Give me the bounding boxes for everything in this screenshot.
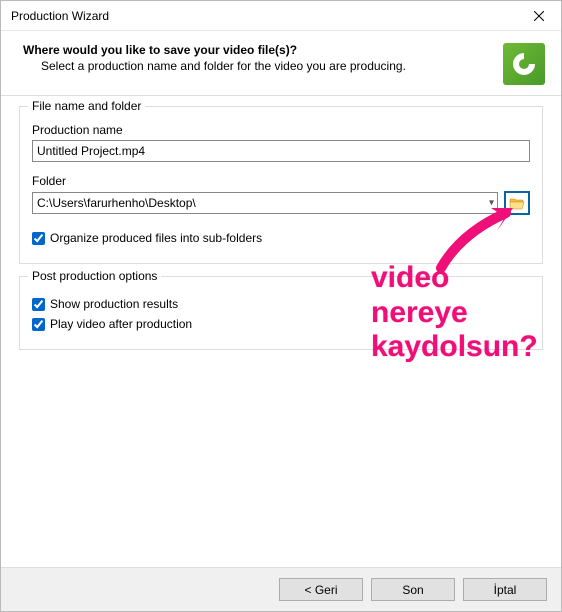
group-file-legend: File name and folder (28, 99, 145, 113)
organize-row: Organize produced files into sub-folders (32, 231, 530, 245)
cancel-button[interactable]: İptal (463, 578, 547, 601)
header-subtitle: Select a production name and folder for … (41, 59, 493, 73)
annotation-line3: kaydolsun? (371, 330, 538, 365)
play-after-label: Play video after production (50, 317, 192, 331)
camtasia-logo-icon (509, 49, 539, 79)
production-name-input[interactable] (32, 140, 530, 162)
production-name-label: Production name (32, 123, 530, 137)
organize-label: Organize produced files into sub-folders (50, 231, 262, 245)
browse-folder-button[interactable] (504, 191, 530, 215)
show-results-checkbox[interactable] (32, 298, 45, 311)
folder-combo[interactable] (32, 192, 498, 214)
back-button[interactable]: < Geri (279, 578, 363, 601)
folder-open-icon (509, 197, 525, 210)
group-post-legend: Post production options (28, 269, 161, 283)
close-icon (534, 11, 544, 21)
organize-checkbox[interactable] (32, 232, 45, 245)
group-file-name-folder: File name and folder Production name Fol… (19, 106, 543, 264)
header-title: Where would you like to save your video … (23, 43, 493, 57)
folder-row: ▾ (32, 191, 530, 215)
close-button[interactable] (516, 1, 561, 30)
header: Where would you like to save your video … (1, 31, 561, 95)
folder-combo-wrap: ▾ (32, 192, 498, 214)
footer: < Geri Son İptal (1, 567, 561, 611)
titlebar: Production Wizard (1, 1, 561, 31)
annotation-line1: video (371, 261, 538, 296)
annotation-line2: nereye (371, 296, 538, 331)
annotation-text: video nereye kaydolsun? (371, 261, 538, 365)
play-after-checkbox[interactable] (32, 318, 45, 331)
window-title: Production Wizard (11, 9, 516, 23)
app-logo (503, 43, 545, 85)
header-text: Where would you like to save your video … (23, 43, 493, 73)
folder-label: Folder (32, 174, 530, 188)
show-results-label: Show production results (50, 297, 178, 311)
finish-button[interactable]: Son (371, 578, 455, 601)
